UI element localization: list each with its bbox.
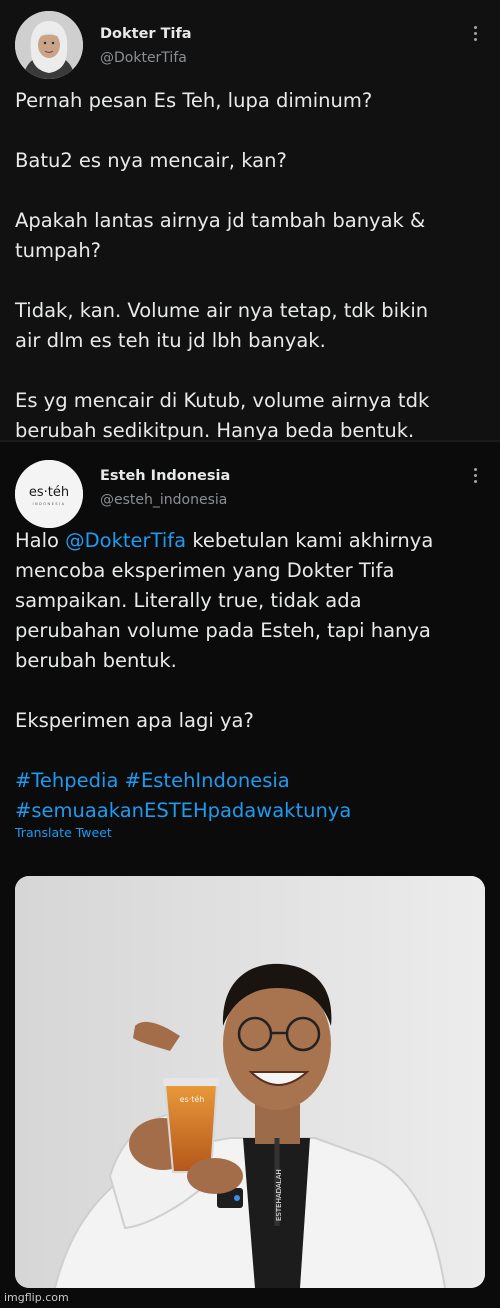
text-line: air dlm es teh itu jd lbh banyak. (15, 329, 326, 352)
avatar-logo-text: es·téh (29, 485, 69, 500)
avatar-dokter-tifa[interactable] (15, 11, 83, 79)
author-handle[interactable]: @DokterTifa (100, 50, 187, 66)
more-vertical-icon[interactable] (472, 26, 478, 44)
tweet-text: Halo @DokterTifa kebetulan kami akhirnya… (15, 526, 485, 826)
text-line (15, 116, 485, 146)
text-line (15, 356, 485, 386)
text-line (15, 676, 485, 706)
text-line: Tidak, kan. Volume air nya tetap, tdk bi… (15, 299, 429, 322)
text-line (15, 736, 485, 766)
watermark: imgflip.com (4, 1291, 69, 1304)
hashtag-line[interactable]: #semuaakanESTEHpadawaktunya (15, 796, 485, 826)
text-line: Halo @DokterTifa kebetulan kami akhirnya (15, 526, 485, 556)
text-line: mencoba eksperimen yang Dokter Tifa (15, 559, 395, 582)
text-line (15, 176, 485, 206)
author-handle[interactable]: @esteh_indonesia (100, 492, 227, 508)
mention-link[interactable]: @DokterTifa (65, 529, 186, 552)
author-name[interactable]: Dokter Tifa (100, 26, 192, 42)
cup-label: es·téh (180, 1094, 205, 1104)
text-line: perubahan volume pada Esteh, tapi hanya (15, 619, 431, 642)
avatar-logo-subtext: INDONESIA (32, 502, 65, 506)
text-line: Batu2 es nya mencair, kan? (15, 149, 287, 172)
text-line: sampaikan. Literally true, tidak ada (15, 589, 362, 612)
text-line: tumpah? (15, 239, 102, 262)
text-line: berubah bentuk. (15, 649, 177, 672)
more-vertical-icon[interactable] (472, 468, 478, 486)
text-line: Es yg mencair di Kutub, volume airnya td… (15, 389, 430, 412)
text-line: Eksperimen apa lagi ya? (15, 709, 254, 732)
text-line-rest: kebetulan kami akhirnya (186, 529, 434, 552)
hashtag-line[interactable]: #Tehpedia #EstehIndonesia (15, 766, 485, 796)
text-line: Apakah lantas airnya jd tambah banyak & (15, 209, 426, 232)
tweet-media-photo[interactable]: ESTEHADALAH es·téh (15, 876, 485, 1288)
greeting: Halo (15, 529, 59, 552)
lanyard-text: ESTEHADALAH (275, 1169, 283, 1221)
translate-tweet-link[interactable]: Translate Tweet (15, 825, 112, 840)
author-name[interactable]: Esteh Indonesia (100, 468, 230, 484)
tweet-text: Pernah pesan Es Teh, lupa diminum? Batu2… (15, 86, 485, 446)
text-line: Pernah pesan Es Teh, lupa diminum? (15, 89, 373, 112)
text-line (15, 266, 485, 296)
tweet-dokter-tifa[interactable]: Dokter Tifa @DokterTifa Pernah pesan Es … (0, 0, 500, 442)
avatar-esteh-indonesia[interactable]: es·téh INDONESIA (15, 460, 83, 528)
